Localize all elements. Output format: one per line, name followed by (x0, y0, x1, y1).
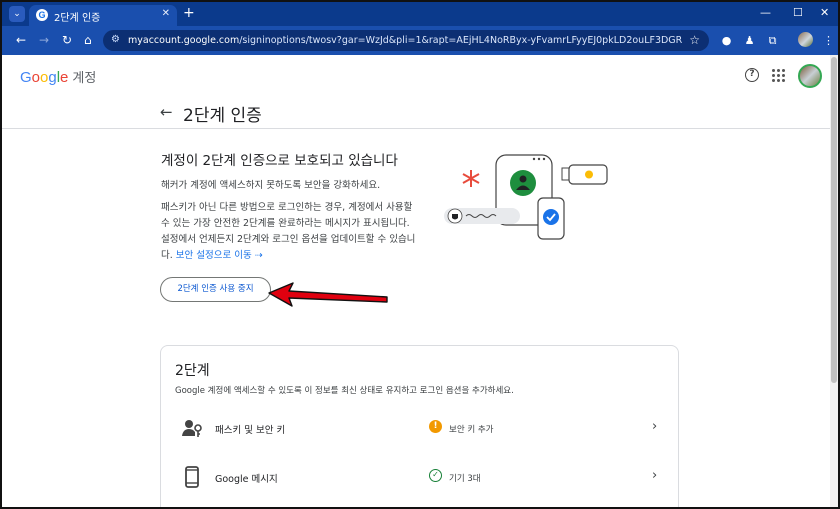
screenshot-frame: ⌄ G 2단계 인증 ✕ + — ☐ ✕ ← → ↻ ⌂ ⚙ myaccount… (0, 0, 840, 509)
maximize-button[interactable]: ☐ (793, 6, 803, 19)
security-settings-link[interactable]: 보안 설정으로 이동 ⇢ (176, 250, 263, 261)
turn-off-2sv-button[interactable]: 2단계 인증 사용 중지 (160, 277, 271, 302)
forward-button[interactable]: → (39, 33, 49, 47)
check-circle-icon: ✓ (429, 469, 442, 482)
phone-icon (185, 466, 199, 488)
logo-letter: G (20, 69, 32, 86)
passkeys-label: 패스키 및 보안 키 (215, 425, 286, 436)
tab-close-icon[interactable]: ✕ (162, 8, 170, 19)
page-scrollbar[interactable] (830, 55, 838, 507)
browser-toolbar: ← → ↻ ⌂ ⚙ myaccount.google.com/signinopt… (2, 26, 838, 55)
url-text[interactable]: myaccount.google.com/signinoptions/twosv… (128, 35, 683, 46)
help-icon[interactable]: ? (745, 68, 759, 82)
hero-subtitle: 해커가 계정에 액세스하지 못하도록 보안을 강화하세요. (161, 180, 381, 191)
hero-body: 패스키가 아닌 다른 방법으로 로그인하는 경우, 계정에서 사용할 수 있는 … (161, 200, 416, 264)
browser-tab[interactable]: G 2단계 인증 ✕ (29, 5, 177, 26)
logo-letter: g (48, 69, 57, 86)
url-host: myaccount.google.com (128, 35, 240, 46)
chevron-right-icon: › (652, 468, 658, 483)
list-item-google-messages[interactable]: Google 메시지 ✓ 기기 3대 › (161, 458, 678, 498)
page-title-bar: ← 2단계 인증 (2, 96, 830, 129)
reload-button[interactable]: ↻ (62, 33, 72, 47)
account-label: 계정 (72, 70, 97, 85)
person-key-icon (182, 420, 202, 437)
minimize-button[interactable]: — (760, 6, 771, 19)
warning-icon: ! (429, 420, 442, 433)
google-messages-label: Google 메시지 (215, 474, 278, 485)
bookmark-star-icon[interactable]: ☆ (689, 33, 700, 47)
window-close-button[interactable]: ✕ (820, 6, 829, 19)
security-settings-link-label: 보안 설정으로 이동 (175, 250, 252, 261)
scrollbar-thumb[interactable] (831, 57, 837, 383)
browser-tab-bar: ⌄ G 2단계 인증 ✕ + — ☐ ✕ (2, 2, 838, 26)
card-description: Google 계정에 액세스할 수 있도록 이 정보를 최신 상태로 유지하고 … (175, 386, 514, 396)
page-title: 2단계 인증 (183, 106, 262, 126)
browser-profile-avatar[interactable] (798, 32, 813, 47)
annotation-arrow-icon (268, 282, 388, 307)
address-bar[interactable]: ⚙ myaccount.google.com/signinoptions/two… (103, 30, 709, 51)
account-avatar[interactable] (798, 64, 822, 88)
extension-ghost-icon[interactable]: ♟ (743, 34, 756, 47)
tab-search-button[interactable]: ⌄ (9, 6, 25, 22)
url-path: /signinoptions/twosv?gar=WzJd&pli=1&rapt… (239, 35, 683, 46)
hero-title: 계정이 2단계 인증으로 보호되고 있습니다 (161, 153, 398, 169)
security-illustration-icon (444, 154, 608, 240)
google-apps-icon[interactable] (772, 69, 785, 82)
google-favicon-icon: G (36, 9, 48, 21)
home-button[interactable]: ⌂ (84, 33, 92, 47)
card-title: 2단계 (175, 363, 210, 379)
extensions-puzzle-icon[interactable]: ⧉ (766, 34, 779, 47)
google-account-header: Google 계정 ? (2, 55, 830, 96)
second-steps-card: 2단계 Google 계정에 액세스할 수 있도록 이 정보를 최신 상태로 유… (160, 345, 679, 507)
link-icon: ⇢ (254, 250, 263, 261)
tab-title: 2단계 인증 (54, 13, 101, 24)
back-button[interactable]: ← (16, 33, 26, 47)
logo-letter: e (60, 69, 69, 86)
passkeys-status: 보안 키 추가 (449, 425, 494, 435)
back-arrow-icon[interactable]: ← (160, 103, 173, 121)
chevron-right-icon: › (652, 419, 658, 434)
extension-circle-icon[interactable]: ● (720, 34, 733, 47)
browser-menu-icon[interactable]: ⋮ (822, 34, 835, 47)
site-info-icon[interactable]: ⚙ (111, 34, 120, 45)
google-account-logo[interactable]: Google 계정 (20, 67, 96, 86)
list-item-passkeys[interactable]: 패스키 및 보안 키 ! 보안 키 추가 › (161, 409, 678, 449)
page-content: Google 계정 ? ← 2단계 인증 계정이 2단계 인증으로 보호되고 있습… (2, 55, 830, 507)
google-messages-status: 기기 3대 (449, 474, 481, 484)
logo-letter: o (31, 69, 41, 86)
new-tab-button[interactable]: + (183, 6, 195, 20)
